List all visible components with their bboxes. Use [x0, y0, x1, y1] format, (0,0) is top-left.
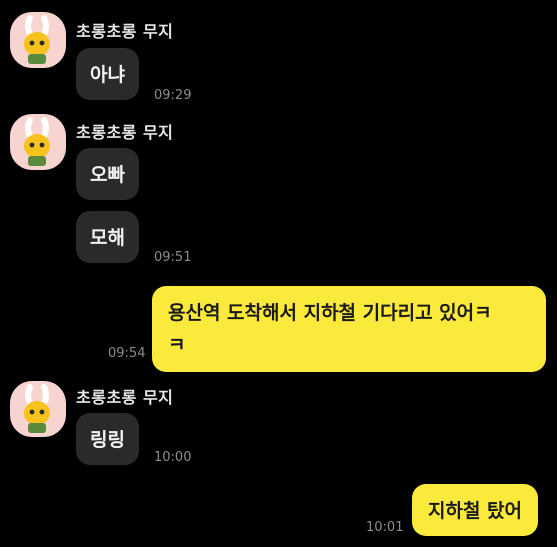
message-bubble-outgoing[interactable]: 지하철 탔어 — [412, 484, 539, 536]
message-time: 09:29 — [154, 88, 192, 103]
message-time: 09:54 — [108, 346, 146, 361]
message-bubble-outgoing[interactable]: 용산역 도착해서 지하철 기다리고 있어ㅋ ㅋ — [152, 286, 546, 372]
message-time: 10:01 — [366, 520, 404, 535]
message-bubble[interactable]: 링링 — [76, 413, 139, 465]
message-time: 10:00 — [154, 450, 192, 465]
sender-name: 초롱초롱 무지 — [76, 123, 174, 142]
sender-avatar-icon[interactable] — [10, 114, 66, 170]
sender-name: 초롱초롱 무지 — [76, 388, 174, 407]
message-bubble[interactable]: 아냐 — [76, 48, 139, 100]
message-time: 09:51 — [154, 250, 192, 265]
message-bubble[interactable]: 모해 — [76, 211, 139, 263]
sender-name: 초롱초롱 무지 — [76, 22, 174, 41]
sender-avatar-icon[interactable] — [10, 12, 66, 68]
sender-avatar-icon[interactable] — [10, 381, 66, 437]
message-bubble[interactable]: 오빠 — [76, 148, 139, 200]
